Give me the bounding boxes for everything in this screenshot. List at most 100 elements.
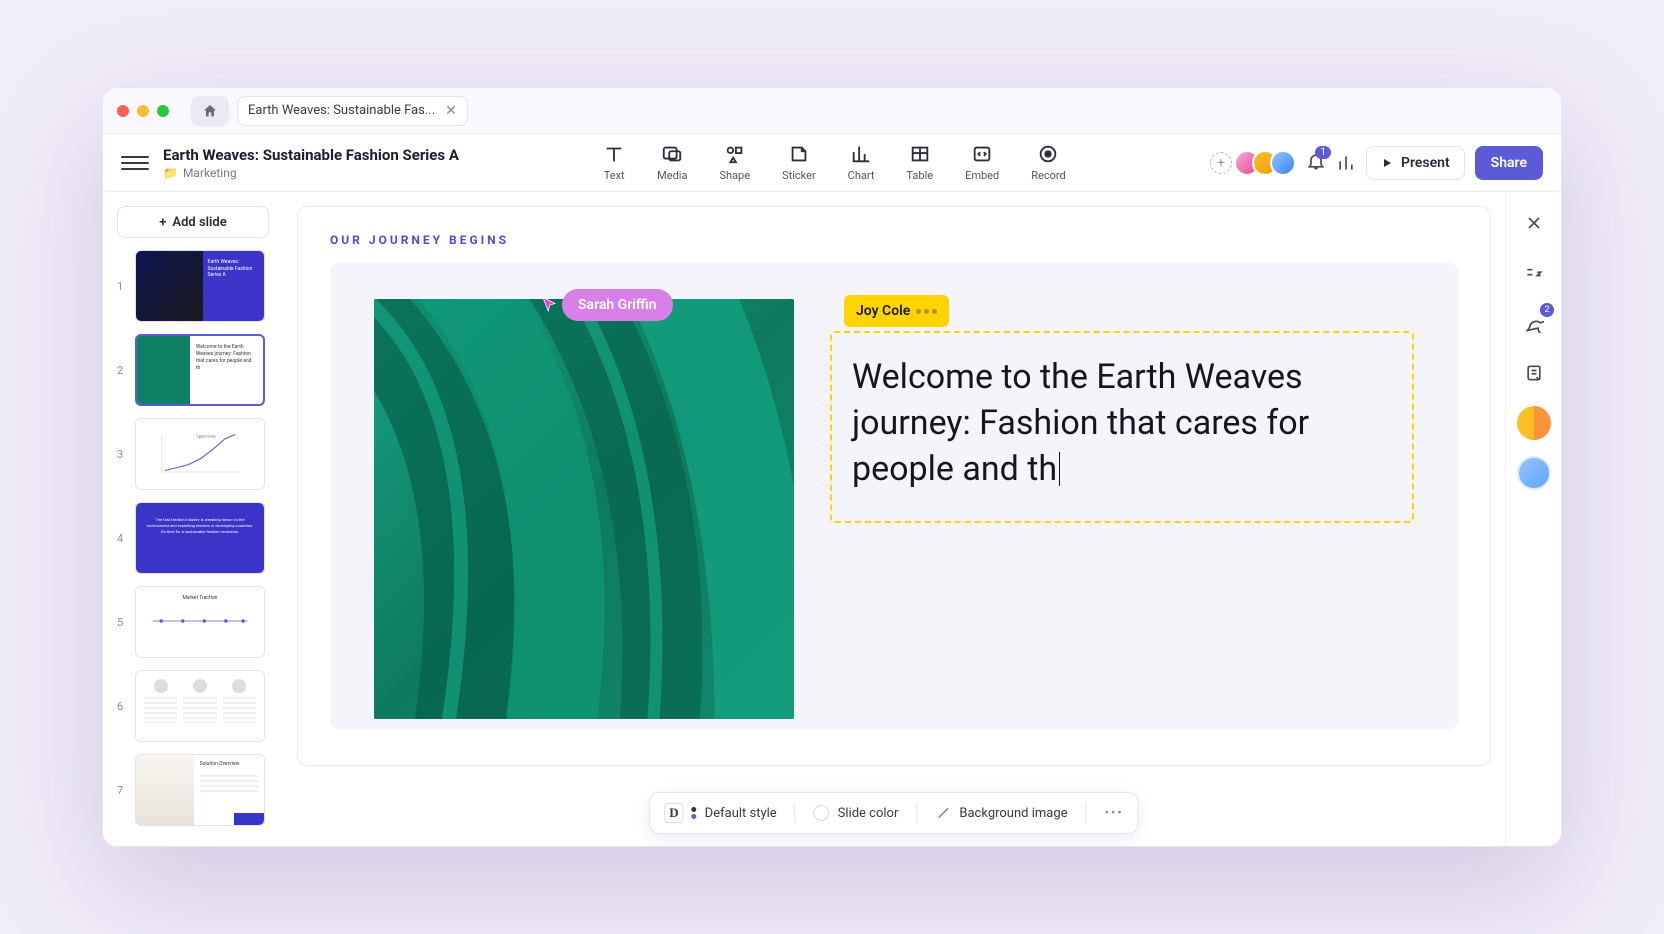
plus-icon: + [159, 215, 166, 230]
slide-thumb-2[interactable]: Welcome to the Earth Weaves journey: Fas… [135, 334, 265, 406]
menu-button[interactable] [121, 149, 149, 177]
slide-thumb-row: 6 [117, 670, 269, 742]
tool-sticker[interactable]: Sticker [782, 143, 816, 182]
separator [795, 803, 796, 823]
svg-text:Opportunity: Opportunity [196, 435, 216, 439]
workspace: + Add slide 1 Earth Weaves:Sustainable F… [103, 192, 1561, 846]
app-window: Earth Weaves: Sustainable Fas... ✕ Earth… [102, 87, 1562, 847]
more-options-button[interactable]: ••• [1105, 806, 1124, 821]
cursor-icon [540, 296, 558, 314]
tool-embed[interactable]: Embed [965, 143, 999, 182]
default-style-button[interactable]: D Default style [664, 803, 776, 823]
canvas-wrap: OUR JOURNEY BEGINS Sarah Griffin [283, 192, 1505, 846]
cursor-user-label: Sarah Griffin [562, 289, 673, 321]
slide-thumb-row: 1 Earth Weaves:Sustainable FashionSeries… [117, 250, 269, 322]
slide-eyebrow[interactable]: OUR JOURNEY BEGINS [330, 233, 1458, 247]
embed-icon [971, 143, 993, 165]
separator [916, 803, 917, 823]
analytics-icon[interactable] [1336, 153, 1356, 173]
window-titlebar: Earth Weaves: Sustainable Fas... ✕ [103, 88, 1561, 134]
doc-title[interactable]: Earth Weaves: Sustainable Fashion Series… [163, 146, 459, 164]
animations-button[interactable] [1517, 256, 1551, 290]
comments-badge: 2 [1540, 303, 1553, 317]
traffic-lights [117, 105, 169, 117]
slide-thumb-7[interactable]: Solution Overview [135, 754, 265, 826]
user-avatar-button[interactable] [1517, 456, 1551, 490]
present-button[interactable]: Present [1366, 146, 1465, 180]
add-slide-button[interactable]: + Add slide [117, 206, 269, 238]
doc-folder[interactable]: 📁 Marketing [163, 166, 459, 180]
record-icon [1037, 143, 1059, 165]
slide-thumb-1[interactable]: Earth Weaves:Sustainable FashionSeries A [135, 250, 265, 322]
slide-thumb-row: 5 Market Traction [117, 586, 269, 658]
chart-icon [850, 143, 872, 165]
close-window-icon[interactable] [117, 105, 129, 117]
right-rail: 2 [1505, 192, 1561, 846]
slide-thumb-5[interactable]: Market Traction [135, 586, 265, 658]
doc-info: Earth Weaves: Sustainable Fashion Series… [163, 146, 459, 180]
separator [1086, 803, 1087, 823]
slide-thumb-4[interactable]: The fast fashion industry is wreaking ha… [135, 502, 265, 574]
slide-thumb-row: 7 Solution Overview [117, 754, 269, 826]
color-swatch-icon [814, 805, 830, 821]
document-tab[interactable]: Earth Weaves: Sustainable Fas... ✕ [237, 96, 468, 126]
notifications-button[interactable]: 1 [1306, 151, 1326, 175]
tool-shape[interactable]: Shape [719, 143, 750, 182]
tool-text[interactable]: Text [603, 143, 625, 182]
top-toolbar: Earth Weaves: Sustainable Fashion Series… [103, 134, 1561, 192]
text-icon [603, 143, 625, 165]
text-cursor [1059, 452, 1060, 486]
slide-body: Sarah Griffin [330, 263, 1458, 729]
tab-title: Earth Weaves: Sustainable Fas... [248, 103, 435, 118]
home-icon [202, 103, 218, 119]
avatar [1270, 150, 1296, 176]
close-tab-icon[interactable]: ✕ [445, 103, 457, 119]
slide-text-block: Joy Cole Welcome to the Earth Weaves jou… [830, 299, 1414, 693]
editing-user-tag: Joy Cole [844, 295, 949, 327]
slide-toolbar: D Default style Slide color Background i… [649, 792, 1138, 834]
slide-canvas[interactable]: OUR JOURNEY BEGINS Sarah Griffin [297, 206, 1491, 766]
notifications-badge: 1 [1315, 146, 1331, 159]
slide-thumb-row: 3 Opportunity [117, 418, 269, 490]
collaborator-avatars[interactable] [1242, 150, 1296, 176]
folder-icon: 📁 [163, 166, 178, 180]
animations-icon [1524, 263, 1544, 283]
maximize-window-icon[interactable] [157, 105, 169, 117]
slide-panel[interactable]: + Add slide 1 Earth Weaves:Sustainable F… [103, 192, 283, 846]
shape-icon [724, 143, 746, 165]
table-icon [909, 143, 931, 165]
theme-button[interactable] [1517, 406, 1551, 440]
text-frame[interactable]: Welcome to the Earth Weaves journey: Fas… [830, 331, 1414, 523]
slide-color-button[interactable]: Slide color [814, 805, 899, 821]
comments-button[interactable]: 2 [1517, 306, 1551, 340]
right-controls: + 1 Present Share [1210, 146, 1543, 180]
image-icon [935, 805, 951, 821]
notes-icon [1524, 363, 1544, 383]
slide-thumb-3[interactable]: Opportunity [135, 418, 265, 490]
slide-thumb-row: 2 Welcome to the Earth Weaves journey: F… [117, 334, 269, 406]
style-icon: D [664, 803, 683, 823]
slide-thumb-row: 4 The fast fashion industry is wreaking … [117, 502, 269, 574]
design-button[interactable] [1517, 206, 1551, 240]
notes-button[interactable] [1517, 356, 1551, 390]
comment-icon [1524, 313, 1544, 333]
home-button[interactable] [191, 96, 229, 126]
collaborator-cursor: Sarah Griffin [540, 289, 673, 321]
tool-record[interactable]: Record [1031, 143, 1065, 182]
slide-thumb-6[interactable] [135, 670, 265, 742]
minimize-window-icon[interactable] [137, 105, 149, 117]
tool-chart[interactable]: Chart [848, 143, 875, 182]
play-icon [1381, 157, 1393, 169]
sticker-icon [788, 143, 810, 165]
tool-table[interactable]: Table [906, 143, 933, 182]
media-icon [661, 143, 683, 165]
slide-body-text[interactable]: Welcome to the Earth Weaves journey: Fas… [852, 355, 1392, 493]
tool-palette: Text Media Shape Sticker Chart Table [459, 143, 1210, 182]
design-icon [1524, 213, 1544, 233]
add-collaborator-button[interactable]: + [1210, 152, 1232, 174]
slide-image[interactable] [374, 299, 794, 719]
background-image-button[interactable]: Background image [935, 805, 1067, 821]
tool-media[interactable]: Media [657, 143, 687, 182]
typing-indicator-icon [916, 309, 937, 314]
share-button[interactable]: Share [1475, 146, 1543, 180]
